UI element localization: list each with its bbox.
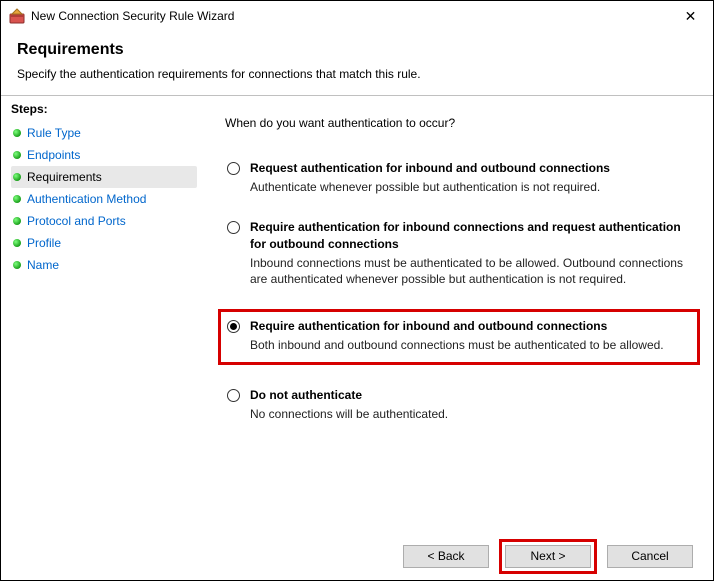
option-title: Require authentication for inbound conne… (250, 219, 691, 251)
step-bullet-icon (13, 129, 21, 137)
radio-icon[interactable] (227, 389, 240, 402)
option-desc: Inbound connections must be authenticate… (250, 255, 691, 287)
option-require-inbound-outbound[interactable]: Require authentication for inbound and o… (218, 309, 700, 364)
prompt-text: When do you want authentication to occur… (225, 116, 693, 130)
step-label: Name (27, 258, 59, 272)
step-bullet-icon (13, 151, 21, 159)
step-bullet-icon (13, 173, 21, 181)
step-bullet-icon (13, 261, 21, 269)
close-button[interactable]: ✕ (668, 1, 713, 31)
step-name[interactable]: Name (11, 254, 197, 276)
step-label: Profile (27, 236, 61, 250)
option-title: Request authentication for inbound and o… (250, 160, 691, 176)
step-rule-type[interactable]: Rule Type (11, 122, 197, 144)
next-button[interactable]: Next > (505, 545, 591, 568)
step-bullet-icon (13, 239, 21, 247)
step-bullet-icon (13, 195, 21, 203)
option-do-not-authenticate[interactable]: Do not authenticate No connections will … (225, 385, 693, 424)
step-label: Authentication Method (27, 192, 146, 206)
step-label: Endpoints (27, 148, 80, 162)
cancel-button[interactable]: Cancel (607, 545, 693, 568)
step-profile[interactable]: Profile (11, 232, 197, 254)
radio-icon[interactable] (227, 162, 240, 175)
title-bar: New Connection Security Rule Wizard ✕ (1, 1, 713, 31)
step-label: Requirements (27, 170, 102, 184)
step-protocol-and-ports[interactable]: Protocol and Ports (11, 210, 197, 232)
content-area: When do you want authentication to occur… (197, 95, 713, 532)
step-authentication-method[interactable]: Authentication Method (11, 188, 197, 210)
step-label: Rule Type (27, 126, 81, 140)
step-endpoints[interactable]: Endpoints (11, 144, 197, 166)
step-requirements[interactable]: Requirements (11, 166, 197, 188)
radio-icon[interactable] (227, 221, 240, 234)
option-request-inbound-outbound[interactable]: Request authentication for inbound and o… (225, 158, 693, 197)
option-desc: Both inbound and outbound connections mu… (250, 337, 691, 353)
steps-panel: Steps: Rule Type Endpoints Requirements … (1, 95, 197, 532)
page-title: Requirements (17, 41, 697, 59)
wizard-footer: < Back Next > Cancel (1, 532, 713, 580)
option-title: Require authentication for inbound and o… (250, 318, 691, 334)
wizard-icon (9, 8, 25, 24)
steps-heading: Steps: (11, 102, 197, 116)
radio-icon[interactable] (227, 320, 240, 333)
option-desc: No connections will be authenticated. (250, 406, 691, 422)
next-button-highlight: Next > (499, 539, 597, 574)
page-header: Requirements Specify the authentication … (1, 31, 713, 93)
window-title: New Connection Security Rule Wizard (31, 9, 668, 23)
page-subtitle: Specify the authentication requirements … (17, 67, 697, 81)
option-desc: Authenticate whenever possible but authe… (250, 179, 691, 195)
option-title: Do not authenticate (250, 387, 691, 403)
option-require-inbound-request-outbound[interactable]: Require authentication for inbound conne… (225, 217, 693, 289)
back-button[interactable]: < Back (403, 545, 489, 568)
step-label: Protocol and Ports (27, 214, 126, 228)
step-bullet-icon (13, 217, 21, 225)
close-icon: ✕ (685, 8, 697, 25)
